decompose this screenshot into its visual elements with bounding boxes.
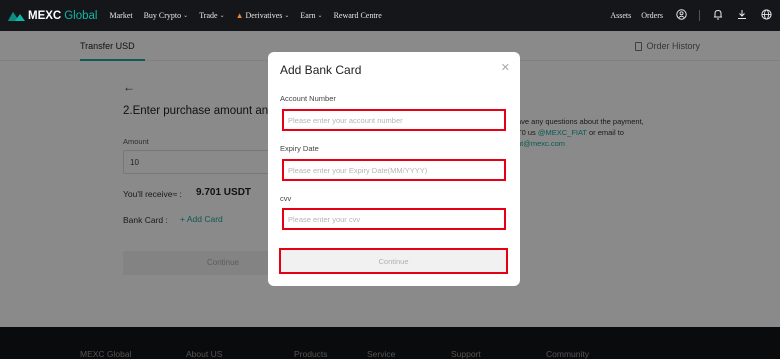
nav-trade-label: Trade [199, 11, 218, 20]
modal-title: Add Bank Card [280, 63, 362, 77]
chevron-down-icon: ⌄ [219, 13, 225, 19]
mexc-logo-icon [8, 11, 25, 21]
nav-orders[interactable]: Orders [641, 11, 663, 20]
nav-buy-crypto[interactable]: Buy Crypto ⌄ [144, 11, 189, 20]
close-icon[interactable]: ✕ [501, 61, 510, 74]
cvv-label: cvv [280, 194, 292, 203]
nav-assets[interactable]: Assets [610, 11, 631, 20]
nav-earn[interactable]: Earn ⌄ [300, 11, 322, 20]
chevron-down-icon: ⌄ [183, 13, 189, 19]
continue-button[interactable]: Continue [279, 248, 508, 274]
nav-divider [699, 10, 700, 21]
fire-icon: ▲ [235, 11, 244, 20]
nav-derivatives[interactable]: ▲ Derivatives ⌄ [236, 11, 290, 20]
cvv-input[interactable] [282, 208, 506, 230]
bell-icon[interactable] [712, 9, 724, 23]
logo-text-sub: Global [64, 9, 98, 22]
expiry-date-label: Expiry Date [280, 144, 319, 153]
chevron-down-icon: ⌄ [284, 13, 290, 19]
globe-icon[interactable] [760, 8, 772, 23]
nav-earn-label: Earn [300, 11, 316, 20]
add-bank-card-modal: Add Bank Card ✕ Account Number Expiry Da… [268, 52, 520, 286]
user-icon[interactable] [675, 8, 687, 23]
logo-text-main: MEXC [28, 9, 62, 22]
download-icon[interactable] [736, 9, 748, 23]
account-number-input[interactable] [282, 109, 506, 131]
account-number-label: Account Number [280, 94, 336, 103]
nav-market-label: Market [109, 11, 133, 20]
nav-trade[interactable]: Trade ⌄ [199, 11, 224, 20]
top-nav: MEXC Global Market Buy Crypto ⌄ Trade ⌄ ▲ D… [0, 0, 780, 31]
nav-right: Assets Orders [600, 8, 772, 23]
nav-reward-centre-label: Reward Centre [333, 11, 382, 20]
mexc-logo[interactable]: MEXC Global [8, 10, 97, 22]
chevron-down-icon: ⌄ [317, 13, 323, 19]
expiry-date-input[interactable] [282, 159, 506, 181]
nav-derivatives-label: Derivatives [245, 11, 283, 20]
nav-buy-crypto-label: Buy Crypto [143, 11, 182, 20]
nav-market[interactable]: Market [109, 11, 132, 20]
nav-reward-centre[interactable]: Reward Centre [334, 11, 382, 20]
